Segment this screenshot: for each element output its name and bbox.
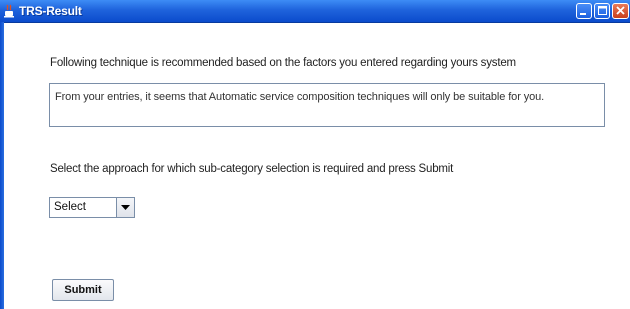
close-icon (616, 5, 625, 18)
approach-select-value: Select (54, 201, 86, 213)
maximize-icon (597, 5, 607, 18)
minimize-icon (580, 5, 588, 18)
chevron-down-icon (121, 204, 130, 210)
result-text-area[interactable]: From your entries, it seems that Automat… (49, 83, 605, 127)
dropdown-arrow-button[interactable] (116, 198, 134, 217)
title-bar[interactable]: TRS-Result (0, 0, 630, 23)
approach-select[interactable]: Select (49, 197, 135, 218)
window-title: TRS-Result (19, 4, 82, 18)
result-text: From your entries, it seems that Automat… (55, 91, 545, 103)
recommendation-heading: Following technique is recommended based… (50, 57, 516, 69)
trs-result-window: TRS-Result Following technique is recomm… (0, 0, 630, 309)
maximize-button[interactable] (594, 3, 610, 19)
approach-prompt: Select the approach for which sub-catego… (50, 163, 454, 175)
java-cup-icon (4, 4, 14, 18)
content-panel: Following technique is recommended based… (4, 23, 630, 309)
submit-button[interactable]: Submit (52, 279, 114, 301)
minimize-button[interactable] (576, 3, 592, 19)
close-button[interactable] (612, 3, 629, 19)
